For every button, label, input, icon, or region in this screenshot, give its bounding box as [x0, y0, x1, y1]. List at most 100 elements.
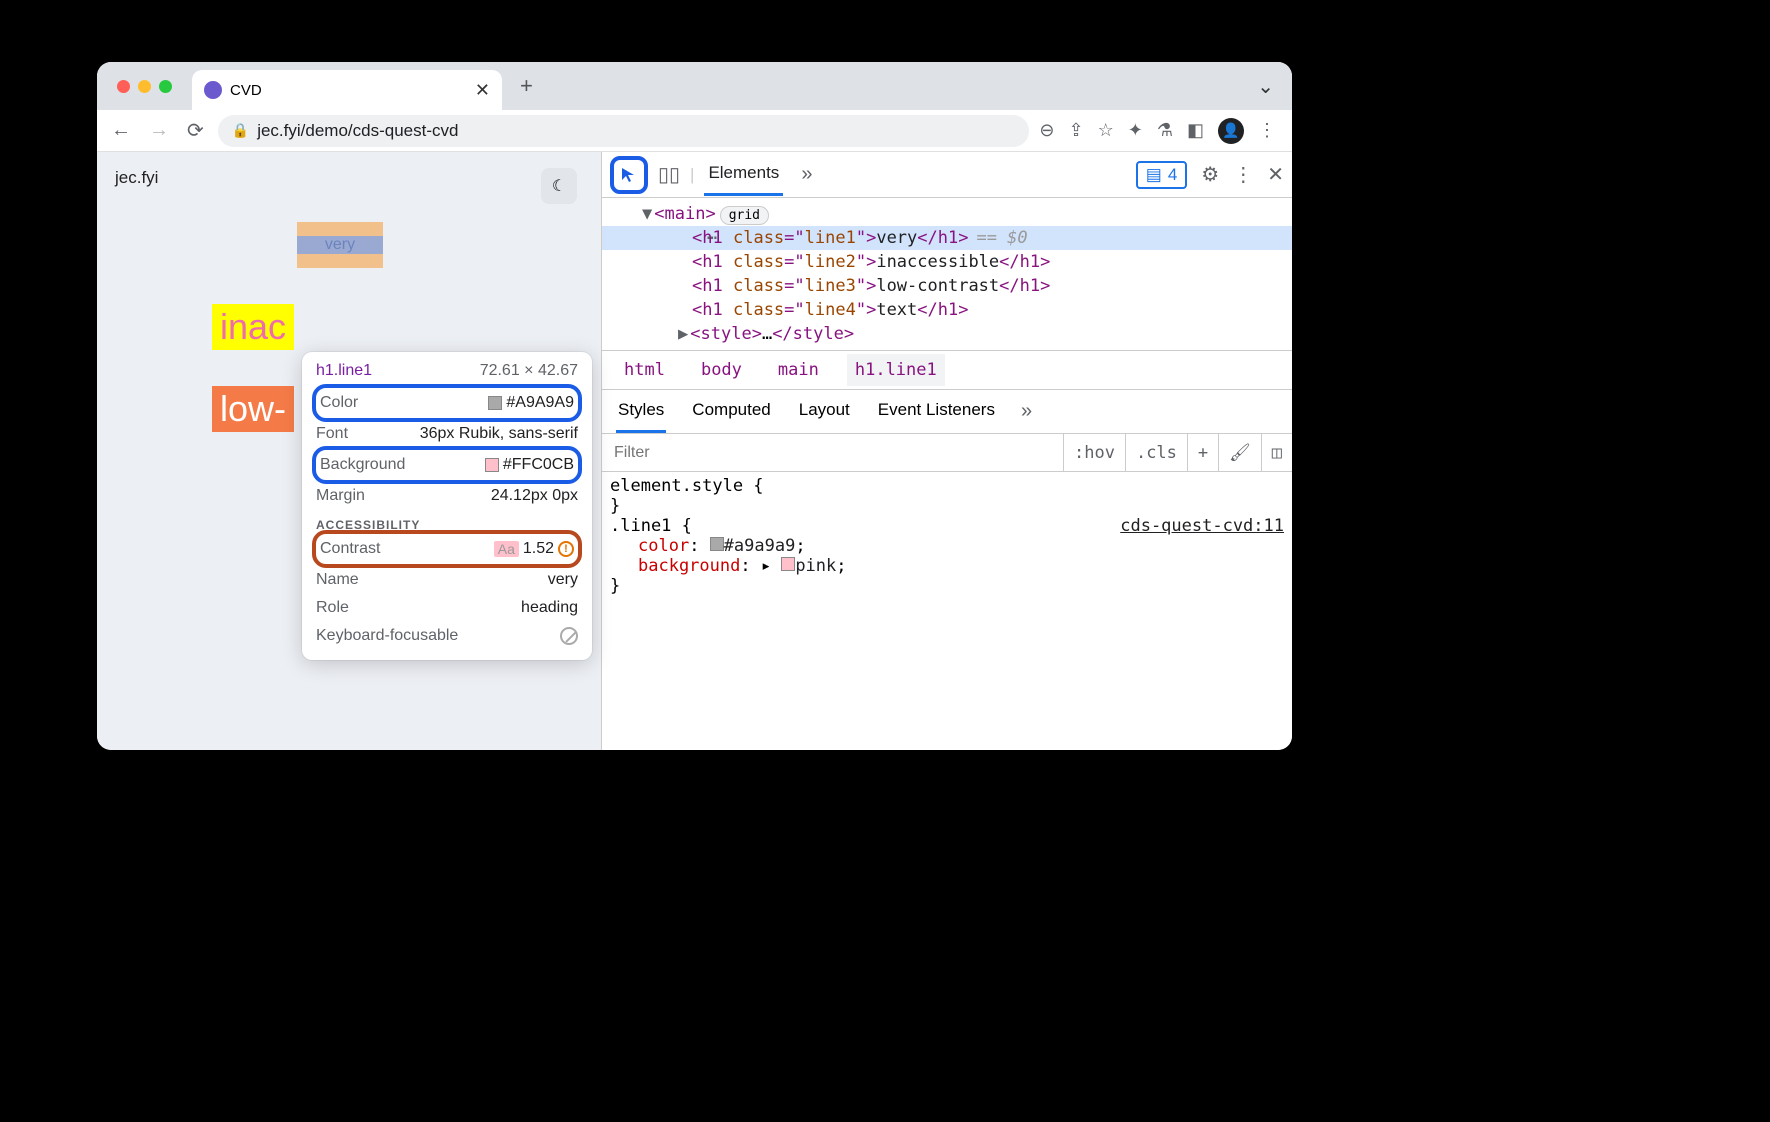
tooltip-font-label: Font	[316, 425, 348, 443]
styles-tab[interactable]: Styles	[616, 390, 666, 433]
layout-tab[interactable]: Layout	[797, 390, 852, 433]
dom-node[interactable]: <h1 class="line4">text</h1>	[602, 298, 1292, 322]
browser-tab[interactable]: CVD ✕	[192, 70, 502, 110]
hov-button[interactable]: :hov	[1063, 434, 1125, 471]
tooltip-name-value: very	[548, 571, 578, 589]
labs-icon[interactable]: ⚗	[1157, 120, 1173, 141]
more-panels-button[interactable]: »	[1021, 400, 1032, 423]
tooltip-contrast-value: 1.52	[523, 540, 554, 558]
cls-button[interactable]: .cls	[1125, 434, 1187, 471]
more-tabs-button[interactable]: »	[801, 163, 812, 186]
dom-node[interactable]: <h1 class="line3">low-contrast</h1>	[602, 274, 1292, 298]
style-prop-bg[interactable]: background: ▸ pink;	[610, 556, 1284, 576]
inspect-tooltip: h1.line1 72.61 × 42.67 Color #A9A9A9 Fon…	[302, 352, 592, 660]
crumb-current[interactable]: h1.line1	[847, 354, 945, 386]
bg-swatch-icon[interactable]	[781, 557, 795, 571]
color-swatch	[488, 396, 502, 410]
url-text: jec.fyi/demo/cds-quest-cvd	[257, 121, 458, 141]
issues-count: 4	[1168, 165, 1177, 185]
rule-line1[interactable]: .line1 { cds-quest-cvd:11	[610, 516, 1284, 536]
styles-pane: element.style { } .line1 { cds-quest-cvd…	[602, 472, 1292, 600]
not-focusable-icon	[560, 627, 578, 645]
color-swatch-icon[interactable]	[710, 537, 724, 551]
tooltip-margin-value: 24.12px 0px	[491, 487, 578, 505]
tab-title: CVD	[230, 82, 262, 99]
breadcrumbs: html body main h1.line1	[602, 350, 1292, 390]
extensions-icon[interactable]: ✦	[1128, 120, 1143, 141]
event-listeners-tab[interactable]: Event Listeners	[876, 390, 997, 433]
line3-block[interactable]: low-	[212, 386, 294, 432]
issues-button[interactable]: ▤ 4	[1136, 161, 1188, 189]
line2-block[interactable]: inac	[212, 304, 294, 350]
minimize-window-button[interactable]	[138, 80, 151, 93]
browser-menu-button[interactable]: ⋮	[1258, 120, 1276, 141]
settings-button[interactable]: ⚙	[1201, 162, 1219, 187]
tooltip-name-label: Name	[316, 571, 359, 589]
tooltip-color-value: #A9A9A9	[506, 394, 574, 412]
back-button[interactable]: ←	[107, 115, 135, 146]
dom-node[interactable]: <h1 class="line2">inaccessible</h1>	[602, 250, 1292, 274]
tooltip-role-value: heading	[521, 599, 578, 617]
content-row: jec.fyi ☾ very inac low- h1.line1 72.61 …	[97, 152, 1292, 750]
cursor-icon	[619, 165, 639, 185]
devtools-toolbar: ▯▯ | Elements » ▤ 4 ⚙ ⋮ ✕	[602, 152, 1292, 198]
computed-tab[interactable]: Computed	[690, 390, 772, 433]
devtools-panel: ▯▯ | Elements » ▤ 4 ⚙ ⋮ ✕ ▼<main>grid	[601, 152, 1292, 750]
crumb-main[interactable]: main	[770, 354, 827, 386]
bg-swatch	[485, 458, 499, 472]
element-style-rule[interactable]: element.style {	[610, 476, 1284, 496]
inspect-element-button[interactable]	[610, 156, 648, 194]
dom-tree[interactable]: ▼<main>grid <h1 class="line1">very</h1>=…	[602, 198, 1292, 350]
tooltip-margin-label: Margin	[316, 487, 365, 505]
line1-block[interactable]: very	[297, 222, 383, 268]
tooltip-contrast-label: Contrast	[320, 540, 380, 558]
styles-tabstrip: Styles Computed Layout Event Listeners »	[602, 390, 1292, 434]
style-prop-color[interactable]: color: #a9a9a9;	[610, 536, 1284, 556]
close-window-button[interactable]	[117, 80, 130, 93]
forward-button[interactable]: →	[145, 115, 173, 146]
grid-badge[interactable]: grid	[720, 206, 769, 225]
device-toggle-button[interactable]: ▯▯	[658, 162, 680, 187]
share-icon[interactable]: ⇪	[1069, 120, 1084, 141]
source-link[interactable]: cds-quest-cvd:11	[1120, 516, 1284, 536]
line1-text: very	[297, 236, 383, 254]
close-devtools-button[interactable]: ✕	[1267, 162, 1284, 187]
tooltip-bg-label: Background	[320, 456, 405, 474]
dom-node[interactable]: ▶<style>…</style>	[602, 322, 1292, 346]
address-bar[interactable]: 🔒 jec.fyi/demo/cds-quest-cvd	[218, 115, 1030, 147]
tooltip-color-label: Color	[320, 394, 358, 412]
computed-toggle-button[interactable]: ◫	[1261, 434, 1292, 471]
favicon-icon	[204, 81, 222, 99]
highlight-contrast-row: Contrast Aa 1.52 !	[312, 530, 582, 568]
tooltip-bg-value: #FFC0CB	[503, 456, 574, 474]
crumb-body[interactable]: body	[693, 354, 750, 386]
maximize-window-button[interactable]	[159, 80, 172, 93]
warning-icon: !	[558, 541, 574, 557]
elements-tab[interactable]: Elements	[704, 153, 783, 196]
close-tab-button[interactable]: ✕	[475, 80, 490, 101]
dom-node-selected[interactable]: <h1 class="line1">very</h1>== $0	[602, 226, 1292, 250]
crumb-html[interactable]: html	[616, 354, 673, 386]
styles-filter-bar: :hov .cls + 🖌 ◫	[602, 434, 1292, 472]
paint-button[interactable]: 🖌	[1218, 434, 1261, 471]
new-tab-button[interactable]: +	[520, 73, 533, 99]
moon-icon: ☾	[552, 176, 566, 196]
reload-button[interactable]: ⟳	[183, 114, 208, 147]
lock-icon: 🔒	[232, 122, 249, 139]
tooltip-selector: h1.line1	[316, 362, 372, 380]
sidepanel-icon[interactable]: ◧	[1187, 120, 1204, 141]
new-rule-button[interactable]: +	[1187, 434, 1218, 471]
styles-filter-input[interactable]	[602, 444, 1063, 462]
bookmark-icon[interactable]: ☆	[1098, 120, 1114, 141]
tooltip-font-value: 36px Rubik, sans-serif	[420, 425, 578, 443]
profile-avatar[interactable]: 👤	[1218, 118, 1244, 144]
highlight-bg-row: Background #FFC0CB	[312, 446, 582, 484]
chat-icon: ▤	[1146, 165, 1162, 185]
tooltip-dimensions: 72.61 × 42.67	[480, 362, 578, 380]
tab-strip: CVD ✕ + ⌄	[97, 62, 1292, 110]
dark-mode-toggle[interactable]: ☾	[541, 168, 577, 204]
zoom-icon[interactable]: ⊖	[1039, 120, 1054, 141]
toolbar-actions: ⊖ ⇪ ☆ ✦ ⚗ ◧ 👤 ⋮	[1039, 118, 1276, 144]
tabs-dropdown-button[interactable]: ⌄	[1257, 74, 1274, 99]
devtools-menu-button[interactable]: ⋮	[1233, 162, 1253, 187]
